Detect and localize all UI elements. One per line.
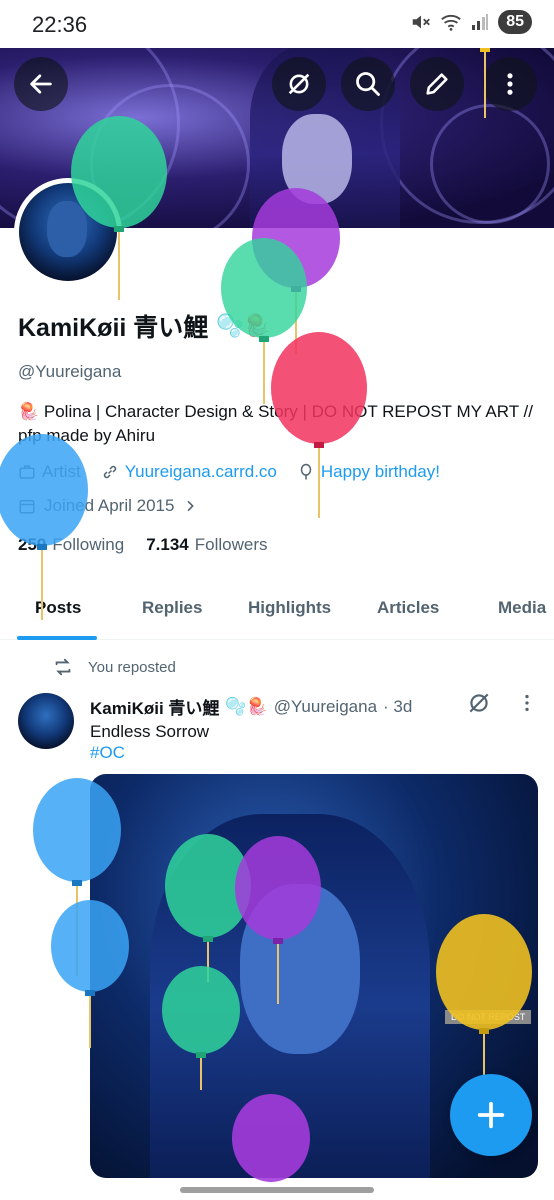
post-header: KamiKøii 青い鯉 🫧🪼 @Yuureigana · 3d [90,694,412,719]
more-vertical-icon [507,73,513,95]
following-link[interactable]: 259 Following [18,535,124,555]
profile-handle: @Yuureigana [18,362,122,381]
image-watermark: DO NOT REPOST [445,1010,532,1024]
post-author-name[interactable]: KamiKøii 青い鯉 [90,694,219,719]
post-author-avatar[interactable] [18,693,74,749]
post-author-emojis: 🫧🪼 [225,696,268,716]
profile-avatar[interactable] [14,178,122,286]
mute-icon [288,73,310,95]
post-time: · 3d [383,696,413,716]
more-button[interactable] [483,57,537,111]
repost-indicator: You reposted [52,656,176,678]
battery-indicator: 85 [498,10,532,34]
tab-replies[interactable]: Replies [142,598,202,618]
tab-posts[interactable]: Posts [35,598,81,618]
post-author-handle[interactable]: @Yuureigana [274,697,377,717]
followers-link[interactable]: 7.134 Followers [146,535,267,555]
profile-joined[interactable]: Joined April 2015 [18,496,198,516]
post-text: Endless Sorrow [90,722,210,741]
status-bar: 22:36 85 [0,0,554,48]
grok-icon[interactable] [466,690,492,716]
profile-bio: 🪼 Polina | Character Design & Story | DO… [18,402,533,445]
wifi-icon [441,14,461,31]
active-tab-indicator [17,636,97,640]
arrow-left-icon [30,74,52,94]
plus-icon [477,1101,505,1129]
profile-category: Artist [18,462,81,482]
status-time: 22:36 [32,12,88,37]
profile-meta-row: Artist Yuureigana.carrd.co Happy birthda… [18,462,440,482]
post-actions [466,690,534,716]
balloon-icon [300,463,312,480]
repost-icon [55,658,71,676]
profile-birthday[interactable]: Happy birthday! [297,462,440,482]
home-indicator[interactable] [180,1187,374,1193]
post-hashtag[interactable]: #OC [90,743,125,763]
search-icon [356,72,380,96]
display-name: KamiKøii 青い鯉 [18,314,209,342]
edit-icon [426,73,448,95]
profile-website[interactable]: Yuureigana.carrd.co [101,462,277,482]
follow-counts: 259 Following 7.134 Followers [18,535,267,555]
post-more-icon[interactable] [520,692,534,714]
calendar-icon [19,500,35,514]
back-button[interactable] [14,57,68,111]
tab-articles[interactable]: Articles [377,598,439,618]
tab-highlights[interactable]: Highlights [248,598,331,618]
briefcase-icon [19,465,35,479]
edit-button[interactable] [410,57,464,111]
profile-tabs: Posts Replies Highlights Articles Media [0,580,554,640]
status-icons: 85 [410,10,532,34]
mute-button[interactable] [272,57,326,111]
name-emojis: 🫧🪼 [216,313,272,338]
compose-button[interactable] [450,1074,532,1156]
tab-media[interactable]: Media [498,598,546,618]
profile-name-row: KamiKøii 青い鯉 🫧🪼 [18,308,271,344]
signal-icon [472,14,489,30]
search-button[interactable] [341,57,395,111]
mute-status-icon [412,15,431,29]
chevron-right-icon [187,500,195,512]
link-icon [103,465,116,479]
